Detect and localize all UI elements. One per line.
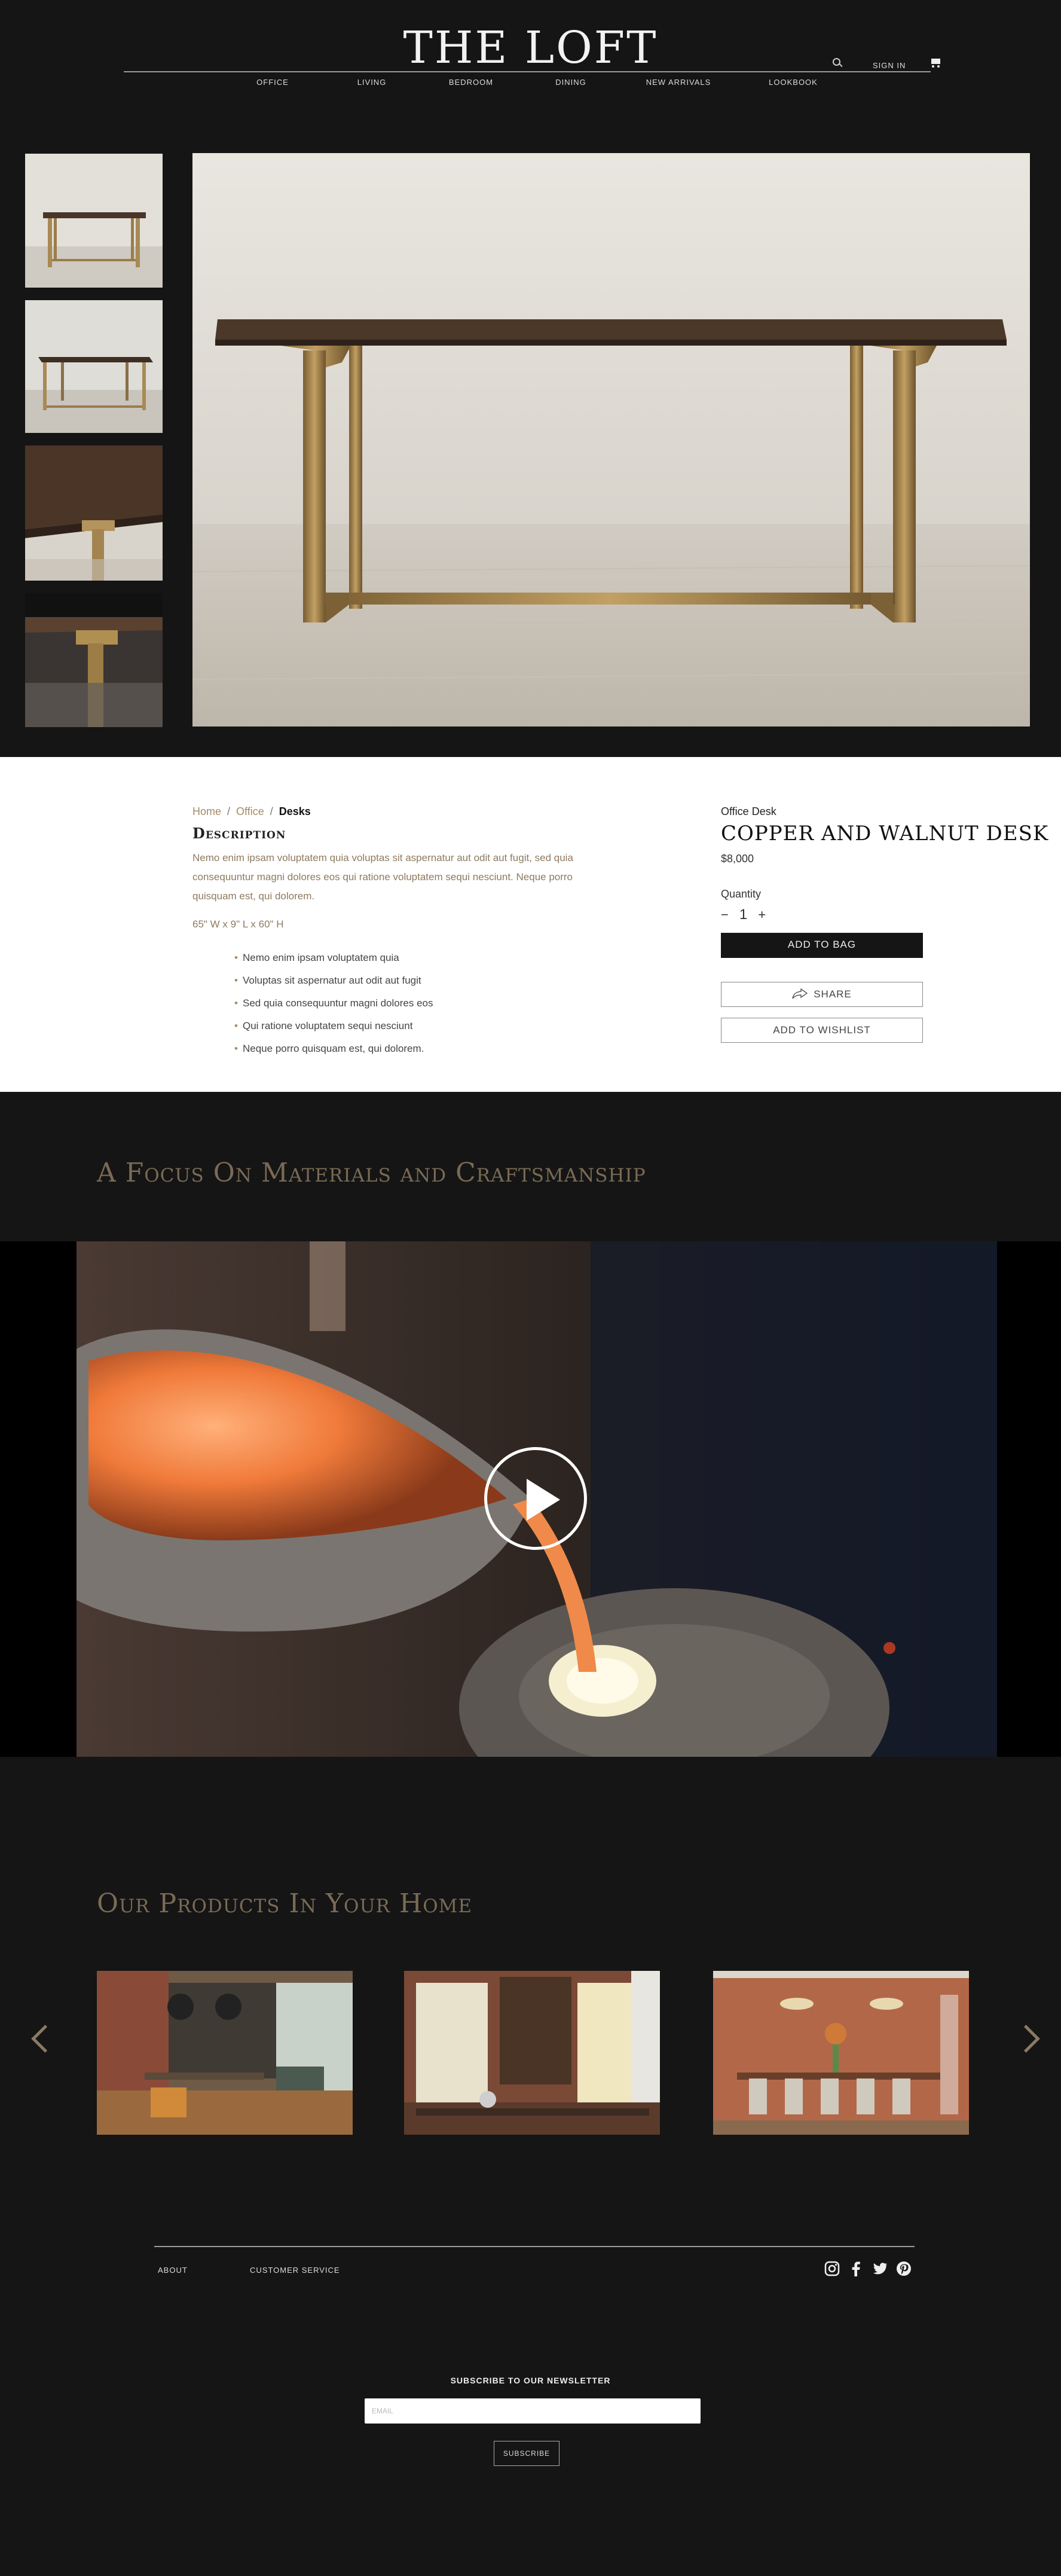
feature-item: Voluptas sit aspernatur aut odit aut fug… xyxy=(234,969,433,992)
products-in-home-title: Our Products In Your Home xyxy=(97,1888,473,1919)
description-heading: Description xyxy=(192,825,286,842)
twitter-icon[interactable] xyxy=(872,2260,888,2277)
nav-bedroom[interactable]: BEDROOM xyxy=(449,78,493,87)
product-gallery xyxy=(0,138,1061,757)
home-image-brick-dining[interactable] xyxy=(713,1971,969,2135)
breadcrumb-separator: / xyxy=(270,805,273,817)
add-to-wishlist-button[interactable]: ADD TO WISHLIST xyxy=(721,1018,923,1043)
product-title: COPPER AND WALNUT DESK xyxy=(721,822,1049,846)
feature-list: Nemo enim ipsam voluptatem quia Voluptas… xyxy=(234,947,433,1060)
social-links xyxy=(824,2260,919,2277)
breadcrumb-separator: / xyxy=(227,805,231,817)
chevron-right-icon[interactable] xyxy=(1016,2020,1040,2056)
instagram-icon[interactable] xyxy=(824,2260,840,2277)
quantity-value[interactable]: 1 xyxy=(739,907,747,923)
nav-dining[interactable]: DINING xyxy=(555,78,586,87)
header-divider xyxy=(124,71,931,72)
feature-item: Sed quia consequuntur magni dolores eos xyxy=(234,992,433,1015)
craftsmanship-title: A Focus On Materials and Craftsmanship xyxy=(97,1158,646,1188)
thumbnail-desk-leg-detail[interactable] xyxy=(25,593,163,727)
share-icon xyxy=(792,988,808,999)
thumbnail-desk-front[interactable] xyxy=(25,154,163,288)
newsletter-title: SUBSCRIBE TO OUR NEWSLETTER xyxy=(450,2376,611,2385)
header-tools: SIGN IN xyxy=(831,55,943,70)
main-product-image[interactable] xyxy=(192,153,1030,727)
breadcrumb-home[interactable]: Home xyxy=(192,805,221,817)
footer-divider xyxy=(154,2246,915,2247)
cart-icon[interactable] xyxy=(929,57,943,68)
site-footer: ABOUT CUSTOMER SERVICE SUBSCRIBE TO OUR … xyxy=(0,2193,1061,2576)
feature-item: Qui ratione voluptatem sequi nesciunt xyxy=(234,1015,433,1037)
quantity-decrement-button[interactable]: − xyxy=(721,907,729,923)
purchase-panel: Office Desk COPPER AND WALNUT DESK $8,00… xyxy=(721,805,1049,1043)
thumbnail-desk-top-detail[interactable] xyxy=(25,445,163,581)
breadcrumb-desks: Desks xyxy=(279,805,311,817)
nav-office[interactable]: OFFICE xyxy=(256,78,289,87)
product-price: $8,000 xyxy=(721,853,754,865)
site-header: THE LOFT SIGN IN OFFICE LIVING BEDROOM D… xyxy=(0,0,1061,138)
quantity-increment-button[interactable]: + xyxy=(758,907,766,923)
nav-new-arrivals[interactable]: NEW ARRIVALS xyxy=(646,78,711,87)
sign-in-link[interactable]: SIGN IN xyxy=(873,61,906,70)
search-icon[interactable] xyxy=(831,56,844,69)
chevron-left-icon[interactable] xyxy=(27,2020,51,2056)
nav-living[interactable]: LIVING xyxy=(357,78,387,87)
quantity-stepper: − 1 + xyxy=(721,907,924,923)
description-text: Nemo enim ipsam voluptatem quia voluptas… xyxy=(192,852,573,902)
quantity-label: Quantity xyxy=(721,888,762,900)
home-image-loft-dining[interactable] xyxy=(97,1971,353,2135)
facebook-icon[interactable] xyxy=(848,2260,864,2277)
add-to-bag-button[interactable]: ADD TO BAG xyxy=(721,933,923,958)
footer-customer-service-link[interactable]: CUSTOMER SERVICE xyxy=(250,2266,340,2275)
thumbnail-desk-angle[interactable] xyxy=(25,300,163,433)
breadcrumb-office[interactable]: Office xyxy=(236,805,264,817)
pinterest-icon[interactable] xyxy=(895,2260,912,2277)
home-image-loft-study[interactable] xyxy=(404,1971,660,2135)
share-label: SHARE xyxy=(814,988,852,1000)
products-in-home-section: Our Products In Your Home xyxy=(0,1757,1061,2193)
product-dimensions: 65" W x 9" L x 60" H xyxy=(192,918,284,930)
main-nav: OFFICE LIVING BEDROOM DINING NEW ARRIVAL… xyxy=(0,78,1061,91)
craftsmanship-section: A Focus On Materials and Craftsmanship xyxy=(0,1092,1061,1241)
play-icon[interactable] xyxy=(484,1447,587,1550)
product-category: Office Desk xyxy=(721,805,776,817)
nav-lookbook[interactable]: LOOKBOOK xyxy=(769,78,818,87)
share-button[interactable]: SHARE xyxy=(721,982,923,1007)
footer-about-link[interactable]: ABOUT xyxy=(158,2266,188,2275)
feature-item: Nemo enim ipsam voluptatem quia xyxy=(234,947,433,969)
email-field[interactable] xyxy=(365,2398,701,2424)
feature-item: Neque porro quisquam est, qui dolorem. xyxy=(234,1037,433,1060)
breadcrumb: Home / Office / Desks xyxy=(192,805,311,818)
product-details: Home / Office / Desks Description Nemo enim … xyxy=(0,757,1061,1092)
subscribe-button[interactable]: SUBSCRIBE xyxy=(494,2441,559,2466)
